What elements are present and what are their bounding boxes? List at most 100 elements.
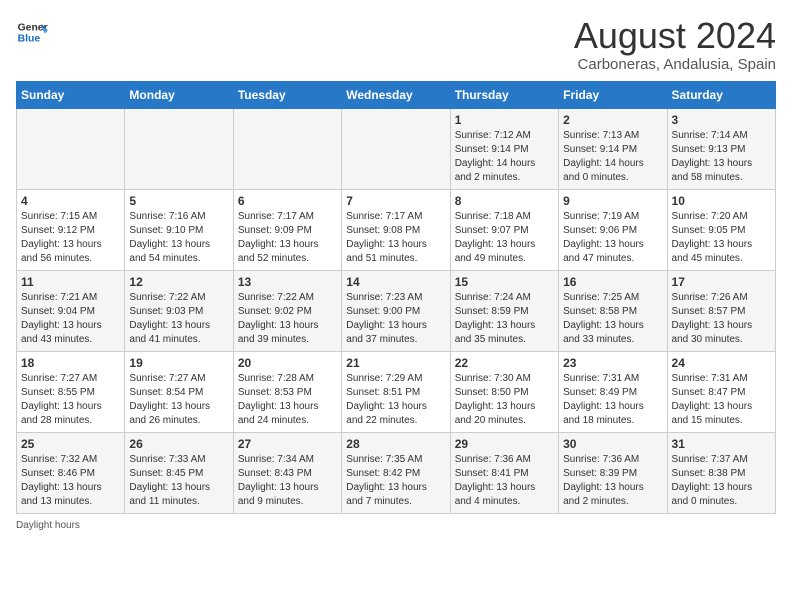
- calendar-week-row: 11 Sunrise: 7:21 AM Sunset: 9:04 PM Dayli…: [17, 270, 776, 351]
- day-info: Sunrise: 7:17 AM Sunset: 9:08 PM Dayligh…: [346, 210, 445, 266]
- day-info: Sunrise: 7:13 AM Sunset: 9:14 PM Dayligh…: [563, 129, 662, 185]
- day-info: Sunrise: 7:21 AM Sunset: 9:04 PM Dayligh…: [21, 291, 120, 347]
- day-info: Sunrise: 7:35 AM Sunset: 8:42 PM Dayligh…: [346, 453, 445, 509]
- calendar-cell: 17Sunrise: 7:26 AM Sunset: 8:57 PM Dayli…: [667, 270, 775, 351]
- day-info: Sunrise: 7:28 AM Sunset: 8:53 PM Dayligh…: [238, 372, 337, 428]
- day-number: 20: [238, 356, 337, 370]
- day-info: Sunrise: 7:29 AM Sunset: 8:51 PM Dayligh…: [346, 372, 445, 428]
- day-number: 18: [21, 356, 120, 370]
- day-info: Sunrise: 7:22 AM Sunset: 9:03 PM Dayligh…: [129, 291, 228, 347]
- day-info: Sunrise: 7:36 AM Sunset: 8:41 PM Dayligh…: [455, 453, 554, 509]
- calendar-header-row: SundayMondayTuesdayWednesdayThursdayFrid…: [17, 81, 776, 108]
- day-number: 9: [563, 194, 662, 208]
- calendar-cell: 25 Sunrise: 7:32 AM Sunset: 8:46 PM Dayli…: [17, 432, 125, 513]
- calendar-cell: 2Sunrise: 7:13 AM Sunset: 9:14 PM Daylig…: [559, 108, 667, 189]
- calendar-week-row: 4 Sunrise: 7:15 AM Sunset: 9:12 PM Daylig…: [17, 189, 776, 270]
- day-number: 25: [21, 437, 120, 451]
- day-number: 19: [129, 356, 228, 370]
- day-info: Sunrise: 7:36 AM Sunset: 8:39 PM Dayligh…: [563, 453, 662, 509]
- day-number: 7: [346, 194, 445, 208]
- calendar-cell: 8 Sunrise: 7:18 AM Sunset: 9:07 PM Daylig…: [450, 189, 558, 270]
- calendar-cell: 30 Sunrise: 7:36 AM Sunset: 8:39 PM Dayli…: [559, 432, 667, 513]
- calendar-cell: 18Sunrise: 7:27 AM Sunset: 8:55 PM Dayli…: [17, 351, 125, 432]
- day-info: Sunrise: 7:25 AM Sunset: 8:58 PM Dayligh…: [563, 291, 662, 347]
- calendar-table: SundayMondayTuesdayWednesdayThursdayFrid…: [16, 81, 776, 514]
- day-number: 6: [238, 194, 337, 208]
- day-number: 5: [129, 194, 228, 208]
- title-block: August 2024 Carboneras, Andalusia, Spain: [574, 16, 776, 73]
- day-number: 17: [672, 275, 771, 289]
- day-info: Sunrise: 7:18 AM Sunset: 9:07 PM Dayligh…: [455, 210, 554, 266]
- day-number: 24: [672, 356, 771, 370]
- day-info: Sunrise: 7:32 AM Sunset: 8:46 PM Dayligh…: [21, 453, 120, 509]
- calendar-day-header: Monday: [125, 81, 233, 108]
- day-number: 16: [563, 275, 662, 289]
- day-info: Sunrise: 7:16 AM Sunset: 9:10 PM Dayligh…: [129, 210, 228, 266]
- calendar-cell: 9Sunrise: 7:19 AM Sunset: 9:06 PM Daylig…: [559, 189, 667, 270]
- calendar-cell: 14 Sunrise: 7:23 AM Sunset: 9:00 PM Dayli…: [342, 270, 450, 351]
- calendar-cell: 31Sunrise: 7:37 AM Sunset: 8:38 PM Dayli…: [667, 432, 775, 513]
- calendar-week-row: 18Sunrise: 7:27 AM Sunset: 8:55 PM Dayli…: [17, 351, 776, 432]
- daylight-label: Daylight hours: [16, 520, 80, 531]
- calendar-day-header: Friday: [559, 81, 667, 108]
- calendar-cell: 5 Sunrise: 7:16 AM Sunset: 9:10 PM Daylig…: [125, 189, 233, 270]
- calendar-cell: 11 Sunrise: 7:21 AM Sunset: 9:04 PM Dayli…: [17, 270, 125, 351]
- day-info: Sunrise: 7:27 AM Sunset: 8:54 PM Dayligh…: [129, 372, 228, 428]
- day-info: Sunrise: 7:31 AM Sunset: 8:49 PM Dayligh…: [563, 372, 662, 428]
- day-info: Sunrise: 7:33 AM Sunset: 8:45 PM Dayligh…: [129, 453, 228, 509]
- day-number: 26: [129, 437, 228, 451]
- day-number: 1: [455, 113, 554, 127]
- calendar-day-header: Wednesday: [342, 81, 450, 108]
- calendar-cell: 22 Sunrise: 7:30 AM Sunset: 8:50 PM Dayli…: [450, 351, 558, 432]
- day-info: Sunrise: 7:23 AM Sunset: 9:00 PM Dayligh…: [346, 291, 445, 347]
- calendar-cell: 21 Sunrise: 7:29 AM Sunset: 8:51 PM Dayli…: [342, 351, 450, 432]
- calendar-cell: 7 Sunrise: 7:17 AM Sunset: 9:08 PM Daylig…: [342, 189, 450, 270]
- day-number: 4: [21, 194, 120, 208]
- calendar-day-header: Saturday: [667, 81, 775, 108]
- day-info: Sunrise: 7:14 AM Sunset: 9:13 PM Dayligh…: [672, 129, 771, 185]
- logo: General Blue: [16, 16, 48, 48]
- calendar-cell: 28Sunrise: 7:35 AM Sunset: 8:42 PM Dayli…: [342, 432, 450, 513]
- calendar-cell: 12Sunrise: 7:22 AM Sunset: 9:03 PM Dayli…: [125, 270, 233, 351]
- footer: Daylight hours: [16, 520, 776, 531]
- day-number: 8: [455, 194, 554, 208]
- day-info: Sunrise: 7:15 AM Sunset: 9:12 PM Dayligh…: [21, 210, 120, 266]
- day-number: 29: [455, 437, 554, 451]
- calendar-cell: 27 Sunrise: 7:34 AM Sunset: 8:43 PM Dayli…: [233, 432, 341, 513]
- day-info: Sunrise: 7:30 AM Sunset: 8:50 PM Dayligh…: [455, 372, 554, 428]
- calendar-cell: 10Sunrise: 7:20 AM Sunset: 9:05 PM Dayli…: [667, 189, 775, 270]
- calendar-cell: 20 Sunrise: 7:28 AM Sunset: 8:53 PM Dayli…: [233, 351, 341, 432]
- calendar-cell: [17, 108, 125, 189]
- day-number: 30: [563, 437, 662, 451]
- calendar-week-row: 1Sunrise: 7:12 AM Sunset: 9:14 PM Daylig…: [17, 108, 776, 189]
- calendar-cell: 19 Sunrise: 7:27 AM Sunset: 8:54 PM Dayli…: [125, 351, 233, 432]
- day-info: Sunrise: 7:17 AM Sunset: 9:09 PM Dayligh…: [238, 210, 337, 266]
- calendar-cell: 13 Sunrise: 7:22 AM Sunset: 9:02 PM Dayli…: [233, 270, 341, 351]
- calendar-cell: 6 Sunrise: 7:17 AM Sunset: 9:09 PM Daylig…: [233, 189, 341, 270]
- svg-text:Blue: Blue: [18, 34, 41, 45]
- calendar-day-header: Sunday: [17, 81, 125, 108]
- day-number: 15: [455, 275, 554, 289]
- day-number: 11: [21, 275, 120, 289]
- day-number: 21: [346, 356, 445, 370]
- day-number: 22: [455, 356, 554, 370]
- day-info: Sunrise: 7:20 AM Sunset: 9:05 PM Dayligh…: [672, 210, 771, 266]
- calendar-cell: 26 Sunrise: 7:33 AM Sunset: 8:45 PM Dayli…: [125, 432, 233, 513]
- logo-icon: General Blue: [16, 16, 48, 48]
- day-info: Sunrise: 7:22 AM Sunset: 9:02 PM Dayligh…: [238, 291, 337, 347]
- day-info: Sunrise: 7:34 AM Sunset: 8:43 PM Dayligh…: [238, 453, 337, 509]
- day-number: 3: [672, 113, 771, 127]
- calendar-day-header: Tuesday: [233, 81, 341, 108]
- calendar-cell: 15 Sunrise: 7:24 AM Sunset: 8:59 PM Dayli…: [450, 270, 558, 351]
- day-number: 31: [672, 437, 771, 451]
- month-year-title: August 2024: [574, 16, 776, 56]
- calendar-cell: 24Sunrise: 7:31 AM Sunset: 8:47 PM Dayli…: [667, 351, 775, 432]
- calendar-cell: 3 Sunrise: 7:14 AM Sunset: 9:13 PM Daylig…: [667, 108, 775, 189]
- day-info: Sunrise: 7:24 AM Sunset: 8:59 PM Dayligh…: [455, 291, 554, 347]
- day-number: 27: [238, 437, 337, 451]
- day-number: 14: [346, 275, 445, 289]
- calendar-cell: 1Sunrise: 7:12 AM Sunset: 9:14 PM Daylig…: [450, 108, 558, 189]
- location-subtitle: Carboneras, Andalusia, Spain: [574, 56, 776, 73]
- calendar-cell: [125, 108, 233, 189]
- day-number: 13: [238, 275, 337, 289]
